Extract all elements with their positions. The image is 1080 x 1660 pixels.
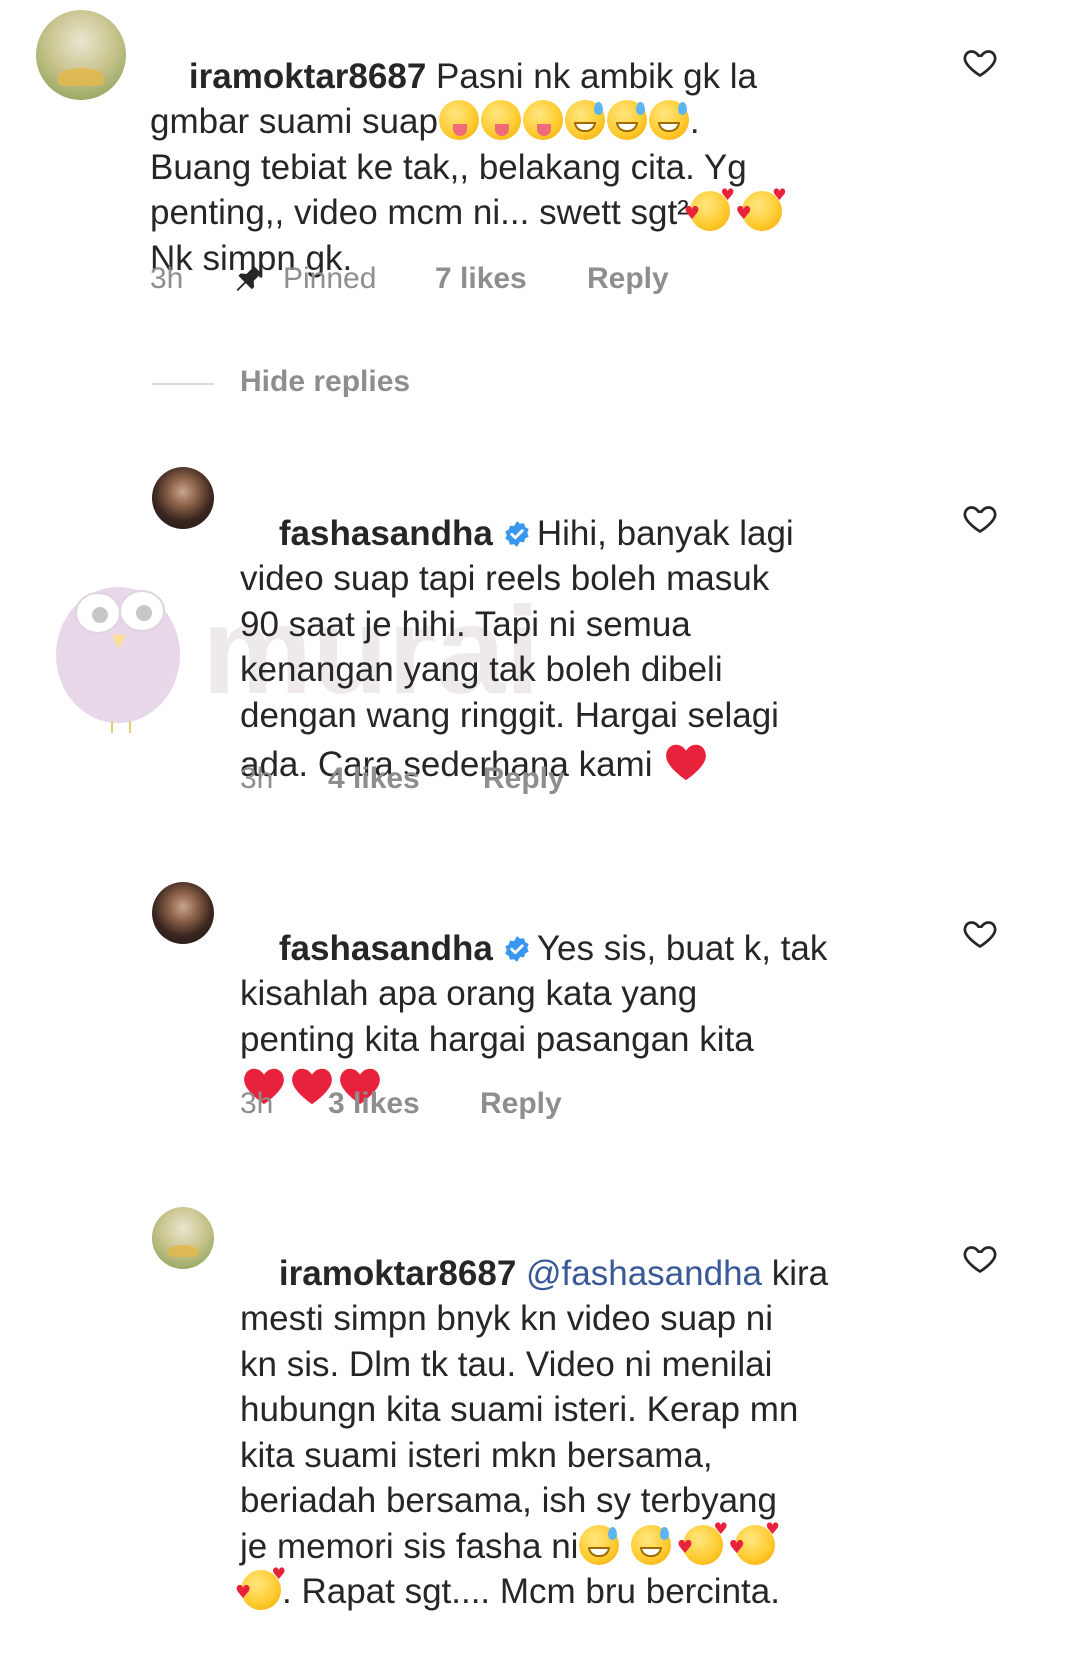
smiling-face-with-hearts-emoji-icon: [684, 187, 735, 231]
likes-count[interactable]: 3 likes: [328, 1087, 420, 1121]
reply-line: je memori sis fasha ni: [240, 1526, 579, 1566]
reply-line: kn sis. Dlm tk tau. Video ni menilai: [240, 1344, 773, 1384]
grin-sweat-emoji-icon: [648, 100, 689, 140]
reply-line: penting kita hargai pasangan kita: [240, 1019, 754, 1059]
tongue-wink-emoji-icon: [480, 100, 521, 140]
reply-text: iramoktar8687 @fashasandha kira mesti sim…: [235, 1205, 829, 1660]
comment-username[interactable]: iramoktar8687: [189, 57, 426, 96]
heart-outline-icon[interactable]: [961, 1240, 999, 1276]
mention-link[interactable]: @fashasandha: [526, 1254, 762, 1293]
reply-line: hubungn kita suami isteri. Kerap mn: [240, 1390, 799, 1429]
avatar[interactable]: [152, 882, 214, 944]
reply-username[interactable]: iramoktar8687: [279, 1254, 516, 1293]
reply-line: ada. Cara sederhana kami: [240, 745, 653, 784]
red-heart-emoji-icon: [666, 744, 707, 781]
comment-line: Pasni nk ambik gk la: [436, 56, 758, 96]
avatar[interactable]: [152, 467, 214, 529]
smiling-face-with-hearts-emoji-icon: [736, 187, 787, 231]
heart-outline-icon[interactable]: [961, 500, 999, 536]
smiling-face-with-hearts-emoji-icon: [677, 1521, 728, 1565]
reply-button[interactable]: Reply: [480, 1087, 562, 1121]
heart-outline-icon[interactable]: [961, 44, 999, 80]
heart-outline-icon[interactable]: [961, 915, 999, 951]
reply-line: Hihi, banyak lagi: [536, 513, 794, 553]
reply-time: 3h: [240, 762, 274, 795]
hide-replies-divider: [152, 383, 214, 385]
verified-badge-icon: [505, 520, 529, 547]
reply-line: . Rapat sgt.... Mcm bru bercinta.: [282, 1572, 780, 1611]
reply-button[interactable]: Reply: [483, 762, 565, 796]
pin-icon: [236, 264, 263, 292]
smiling-face-with-hearts-emoji-icon: [729, 1521, 780, 1565]
comment-line: penting,, video mcm ni... swett sgt²: [150, 193, 689, 232]
reply-line: mesti simpn bnyk kn video suap ni: [240, 1299, 774, 1338]
hide-replies-button[interactable]: Hide replies: [240, 365, 410, 399]
grin-sweat-emoji-icon: [579, 1524, 620, 1565]
owl-mascot: [56, 587, 180, 733]
reply-line: beriadah bersama, ish sy terbyang: [240, 1481, 777, 1520]
tongue-wink-emoji-icon: [438, 100, 479, 140]
comment-line: gmbar suami suap: [150, 102, 438, 141]
reply-line: Yes sis, buat k, tak: [536, 928, 828, 968]
reply-time: 3h: [240, 1087, 274, 1120]
comment-time: 3h: [150, 262, 184, 295]
reply-line: 90 saat je hihi. Tapi ni semua: [240, 604, 691, 644]
reply-button[interactable]: Reply: [587, 262, 669, 296]
grin-sweat-emoji-icon: [606, 100, 647, 140]
reply-line: kita suami isteri mkn bersama,: [240, 1435, 713, 1475]
smiling-face-with-hearts-emoji-icon: [235, 1566, 286, 1610]
reply-username[interactable]: fashasandha: [279, 929, 493, 968]
likes-count[interactable]: 4 likes: [328, 762, 420, 796]
comment-line-suffix: .: [689, 102, 700, 141]
tongue-wink-emoji-icon: [522, 100, 563, 140]
reply-line: dengan wang ringgit. Hargai selagi: [240, 695, 779, 735]
verified-badge-icon: [505, 935, 529, 962]
pinned-label: Pinned: [283, 262, 377, 295]
grin-sweat-emoji-icon: [564, 100, 605, 140]
grin-sweat-emoji-icon: [631, 1524, 672, 1565]
comment-line: Buang tebiat ke tak,, belakang cita. Yg: [150, 147, 747, 187]
reply-line: kisahlah apa orang kata yang: [240, 974, 698, 1013]
reply-line: kenangan yang tak boleh dibeli: [240, 650, 723, 689]
reply-line: kira: [771, 1253, 829, 1293]
avatar[interactable]: [36, 10, 126, 100]
reply-username[interactable]: fashasandha: [279, 514, 493, 553]
avatar[interactable]: [152, 1207, 214, 1269]
likes-count[interactable]: 7 likes: [435, 262, 527, 296]
reply-line: video suap tapi reels boleh masuk: [240, 559, 770, 598]
